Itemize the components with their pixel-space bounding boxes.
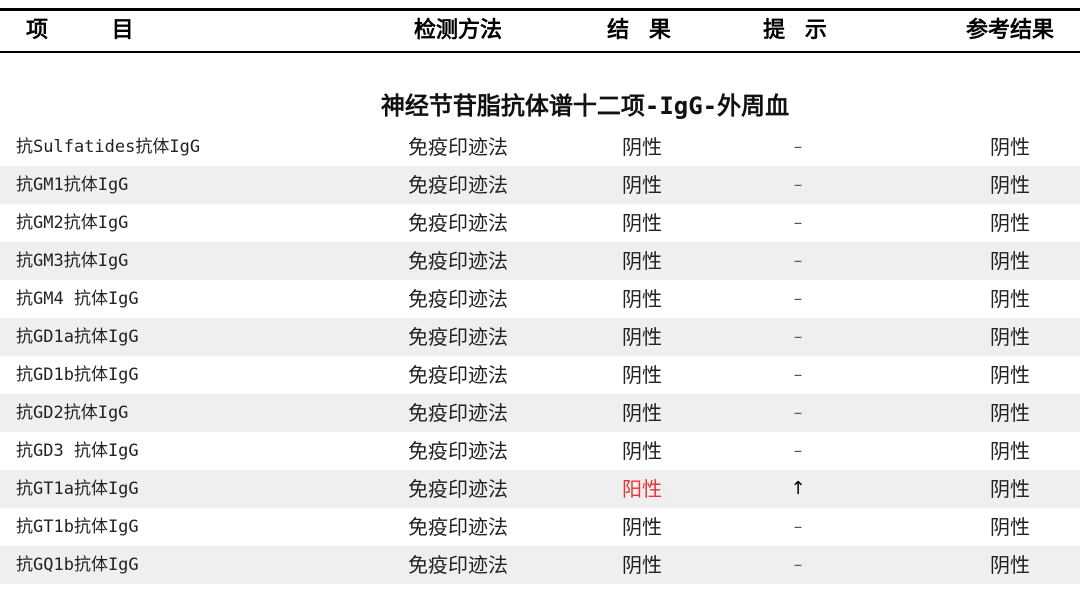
reference-cell: 阴性 — [990, 325, 1030, 349]
result-cell: 阴性 — [622, 173, 662, 197]
reference-cell: 阴性 — [990, 211, 1030, 235]
method-cell: 免疫印迹法 — [408, 401, 508, 425]
header-item: 项 目 — [26, 18, 162, 43]
hint-cell: – — [793, 137, 803, 157]
method-cell: 免疫印迹法 — [408, 135, 508, 159]
table-row: 抗GM4 抗体IgG 免疫印迹法 阴性 – 阴性 — [0, 280, 1080, 318]
hint-cell: – — [793, 403, 803, 423]
method-cell: 免疫印迹法 — [408, 363, 508, 387]
reference-cell: 阴性 — [990, 553, 1030, 577]
table-row: 抗GM3抗体IgG 免疫印迹法 阴性 – 阴性 — [0, 242, 1080, 280]
header-method: 检测方法 — [413, 18, 502, 43]
result-cell: 阴性 — [622, 287, 662, 311]
result-cell: 阴性 — [622, 439, 662, 463]
item-cell: 抗GQ1b抗体IgG — [16, 555, 139, 575]
result-cell: 阴性 — [622, 249, 662, 273]
reference-cell: 阴性 — [990, 287, 1030, 311]
item-cell: 抗GD2抗体IgG — [16, 403, 129, 423]
results-table: 抗Sulfatides抗体IgG 免疫印迹法 阴性 – 阴性 抗GM1抗体IgG 免疫印迹法… — [0, 128, 1080, 584]
hint-cell: – — [793, 213, 803, 233]
hint-cell: – — [793, 289, 803, 309]
reference-cell: 阴性 — [990, 515, 1030, 539]
reference-cell: 阴性 — [990, 439, 1030, 463]
result-cell: 阴性 — [622, 325, 662, 349]
item-cell: 抗GM4 抗体IgG — [16, 289, 139, 309]
table-header: 项 目 检测方法 结 果 提 示 参考结果 — [0, 11, 1080, 51]
result-cell: 阴性 — [622, 515, 662, 539]
hint-cell: – — [793, 517, 803, 537]
method-cell: 免疫印迹法 — [408, 325, 508, 349]
method-cell: 免疫印迹法 — [408, 553, 508, 577]
method-cell: 免疫印迹法 — [408, 173, 508, 197]
item-cell: 抗GD1b抗体IgG — [16, 365, 139, 385]
hint-cell: – — [793, 441, 803, 461]
item-cell: 抗GT1b抗体IgG — [16, 517, 139, 537]
method-cell: 免疫印迹法 — [408, 477, 508, 501]
table-row: 抗GD2抗体IgG 免疫印迹法 阴性 – 阴性 — [0, 394, 1080, 432]
result-cell: 阴性 — [622, 135, 662, 159]
table-row: 抗GQ1b抗体IgG 免疫印迹法 阴性 – 阴性 — [0, 546, 1080, 584]
result-cell: 阳性 — [622, 477, 662, 501]
item-cell: 抗GM3抗体IgG — [16, 251, 129, 271]
header-bottom-rule — [0, 51, 1080, 53]
up-arrow-icon: ↑ — [790, 478, 806, 499]
method-cell: 免疫印迹法 — [408, 211, 508, 235]
reference-cell: 阴性 — [990, 363, 1030, 387]
method-cell: 免疫印迹法 — [408, 249, 508, 273]
result-cell: 阴性 — [622, 211, 662, 235]
header-reference: 参考结果 — [965, 18, 1054, 43]
hint-cell: – — [793, 251, 803, 271]
hint-cell: – — [793, 327, 803, 347]
table-row: 抗GT1b抗体IgG 免疫印迹法 阴性 – 阴性 — [0, 508, 1080, 546]
result-cell: 阴性 — [622, 363, 662, 387]
table-row: 抗GD1b抗体IgG 免疫印迹法 阴性 – 阴性 — [0, 356, 1080, 394]
header-result: 结 果 — [607, 18, 677, 43]
table-row: 抗GD3 抗体IgG 免疫印迹法 阴性 – 阴性 — [0, 432, 1080, 470]
method-cell: 免疫印迹法 — [408, 287, 508, 311]
header-hint: 提 示 — [763, 18, 833, 43]
item-cell: 抗GT1a抗体IgG — [16, 479, 139, 499]
reference-cell: 阴性 — [990, 173, 1030, 197]
reference-cell: 阴性 — [990, 477, 1030, 501]
hint-cell: – — [793, 555, 803, 575]
reference-cell: 阴性 — [990, 401, 1030, 425]
item-cell: 抗GD1a抗体IgG — [16, 327, 139, 347]
table-row: 抗GM1抗体IgG 免疫印迹法 阴性 – 阴性 — [0, 166, 1080, 204]
method-cell: 免疫印迹法 — [408, 515, 508, 539]
table-row: 抗GD1a抗体IgG 免疫印迹法 阴性 – 阴性 — [0, 318, 1080, 356]
table-row: 抗GM2抗体IgG 免疫印迹法 阴性 – 阴性 — [0, 204, 1080, 242]
method-cell: 免疫印迹法 — [408, 439, 508, 463]
item-cell: 抗GD3 抗体IgG — [16, 441, 139, 461]
hint-cell: – — [793, 365, 803, 385]
item-cell: 抗Sulfatides抗体IgG — [16, 137, 201, 157]
section-title: 神经节苷脂抗体谱十二项-IgG-外周血 — [380, 92, 790, 120]
item-cell: 抗GM2抗体IgG — [16, 213, 129, 233]
result-cell: 阴性 — [622, 553, 662, 577]
table-row: 抗GT1a抗体IgG 免疫印迹法 阳性 ↑ 阴性 — [0, 470, 1080, 508]
table-row: 抗Sulfatides抗体IgG 免疫印迹法 阴性 – 阴性 — [0, 128, 1080, 166]
reference-cell: 阴性 — [990, 249, 1030, 273]
reference-cell: 阴性 — [990, 135, 1030, 159]
result-cell: 阴性 — [622, 401, 662, 425]
item-cell: 抗GM1抗体IgG — [16, 175, 129, 195]
hint-cell: – — [793, 175, 803, 195]
